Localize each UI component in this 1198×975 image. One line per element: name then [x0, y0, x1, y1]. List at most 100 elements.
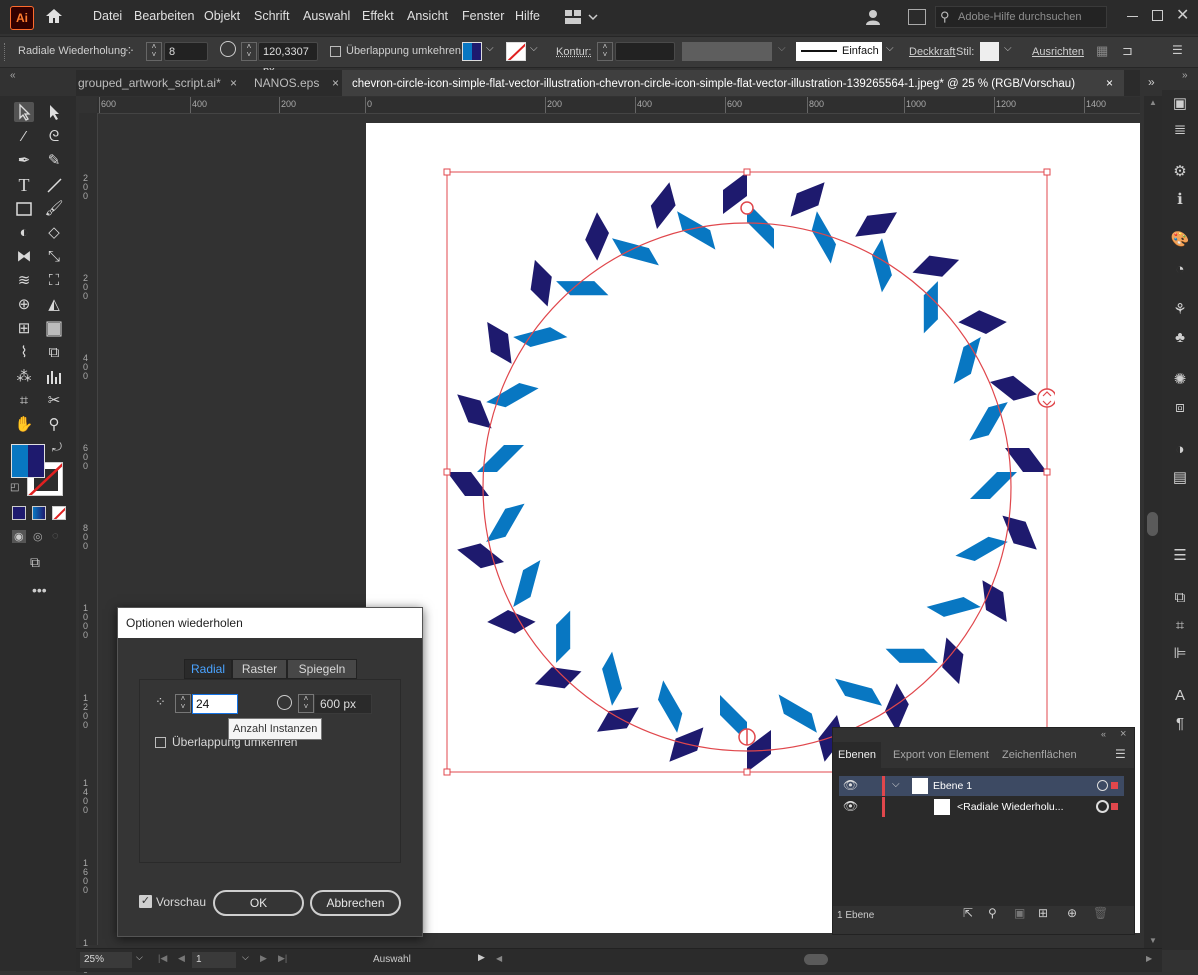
instance-handle[interactable] [741, 202, 753, 214]
draw-normal-icon[interactable]: ◉ [12, 530, 26, 543]
paintbrush-tool-icon[interactable]: 🖌 [44, 199, 64, 219]
radial-repeat-artwork[interactable] [440, 165, 1055, 780]
info-panel-icon[interactable]: ℹ [1170, 190, 1190, 210]
close-tab-icon[interactable]: × [230, 70, 237, 96]
shaper-tool-icon[interactable]: ◐ [14, 223, 34, 243]
scroll-up-icon[interactable]: ▲ [1149, 98, 1157, 107]
bounding-box-handle[interactable] [744, 169, 750, 175]
close-tab-icon[interactable]: × [1106, 70, 1113, 96]
horizontal-scrollbar-thumb[interactable] [804, 954, 828, 965]
bounding-box-handle[interactable] [444, 769, 450, 775]
menu-hilfe[interactable]: Hilfe [515, 9, 540, 23]
dialog-tab-grid[interactable]: Raster [232, 659, 287, 679]
bounding-box-handle[interactable] [1044, 169, 1050, 175]
pathfinder-panel-icon[interactable]: ⧉ [1170, 588, 1190, 608]
eraser-tool-icon[interactable]: ◇ [44, 223, 64, 243]
stroke-dropdown-icon[interactable]: ⌵ [530, 43, 538, 54]
swap-fill-stroke-icon[interactable]: ⤾ [52, 440, 62, 455]
close-window-icon[interactable]: ✕ [1176, 5, 1189, 25]
chevron-segment[interactable] [970, 472, 1017, 499]
dialog-overlap-checkbox[interactable] [155, 737, 166, 748]
opacity-label[interactable]: Deckkraft [909, 46, 955, 58]
mesh-tool-icon[interactable]: ⊞ [14, 319, 34, 339]
tab-nanos[interactable]: NANOS.eps × [252, 70, 336, 96]
chevron-segment[interactable] [513, 327, 567, 347]
none-mode-icon[interactable] [52, 506, 66, 520]
chevron-segment[interactable] [885, 683, 909, 731]
pen-tool-icon[interactable]: ✒ [14, 151, 34, 171]
vertical-scrollbar[interactable]: ▲ ▼ [1144, 96, 1162, 948]
stroke-weight-stepper[interactable]: ˄ ˅ [597, 42, 613, 61]
scroll-right-icon[interactable]: ▶ [1146, 954, 1152, 963]
bounding-box-handle[interactable] [744, 769, 750, 775]
chevron-segment[interactable] [556, 611, 570, 663]
radius-field[interactable]: 120,3307 px [258, 42, 318, 61]
cancel-button[interactable]: Abbrechen [310, 890, 401, 916]
screen-mode-icon[interactable]: ⧉ [30, 554, 40, 571]
libraries-panel-icon[interactable]: ≣ [1170, 120, 1190, 140]
target-double-circle-icon[interactable] [1096, 800, 1109, 813]
fill-dropdown-icon[interactable]: ⌵ [486, 43, 494, 54]
gradient-tool-icon[interactable] [44, 319, 64, 339]
zoom-tool-icon[interactable]: ⚲ [44, 415, 64, 435]
draw-behind-icon[interactable]: ◎ [33, 530, 43, 543]
locate-object-icon[interactable]: ⚲ [988, 906, 997, 920]
panel-menu-icon[interactable]: ☰ [1115, 747, 1126, 761]
artboard-number-field[interactable]: 1 [192, 952, 236, 968]
chevron-segment[interactable] [457, 394, 491, 428]
free-transform-tool-icon[interactable]: ⛶ [44, 271, 64, 291]
ok-button[interactable]: OK [213, 890, 304, 916]
color-panel-icon[interactable]: 🎨 [1170, 230, 1190, 250]
brush-dropdown-icon[interactable]: ⌵ [886, 43, 894, 54]
stroke-weight-field[interactable] [615, 42, 675, 61]
menu-bearbeiten[interactable]: Bearbeiten [134, 9, 194, 23]
chevron-segment[interactable] [779, 694, 817, 732]
tab-chevron-circle[interactable]: chevron-circle-icon-simple-flat-vector-i… [342, 70, 1124, 96]
collapse-right-panel-icon[interactable]: » [1182, 70, 1188, 81]
graphic-styles-panel-icon[interactable]: ✺ [1170, 370, 1190, 390]
eyedropper-tool-icon[interactable]: ⌇ [14, 343, 34, 363]
selection-tool-icon[interactable] [14, 102, 34, 122]
chevron-segment[interactable] [658, 680, 682, 732]
dialog-instances-field[interactable]: 24 [192, 694, 238, 714]
visibility-eye-icon[interactable]: 👁 [843, 799, 858, 813]
visibility-eye-icon[interactable]: 👁 [843, 778, 858, 792]
user-account-icon[interactable] [864, 7, 884, 27]
first-artboard-icon[interactable]: |◀ [158, 953, 167, 964]
chevron-segment[interactable] [958, 310, 1006, 334]
artboard-dropdown-icon[interactable]: ⌵ [242, 952, 249, 963]
close-tab-icon[interactable]: × [332, 70, 339, 96]
menu-ansicht[interactable]: Ansicht [407, 9, 448, 23]
properties-panel-icon[interactable]: ▣ [1170, 94, 1190, 114]
fill-color-icon[interactable] [11, 444, 45, 478]
reverse-overlap-checkbox[interactable] [330, 46, 341, 57]
chevron-segment[interactable] [982, 580, 1006, 622]
style-dropdown-icon[interactable]: ⌵ [1004, 43, 1012, 54]
menu-objekt[interactable]: Objekt [204, 9, 240, 23]
brush-stroke-style[interactable]: Einfach [796, 42, 882, 61]
chevron-segment[interactable] [556, 281, 608, 295]
chevron-segment[interactable] [531, 260, 552, 307]
last-artboard-icon[interactable]: ▶| [278, 953, 287, 964]
variable-width-dropdown-icon[interactable]: ⌵ [778, 43, 786, 54]
settings-panel-icon[interactable]: ⚙ [1170, 162, 1190, 182]
chevron-segment[interactable] [835, 679, 882, 706]
perspective-grid-tool-icon[interactable]: ◭ [44, 295, 64, 315]
transparency-panel-icon[interactable]: ▤ [1170, 468, 1190, 488]
magic-wand-tool-icon[interactable]: ⁄ [14, 127, 34, 147]
chevron-segment[interactable] [597, 707, 639, 731]
appearance-panel-icon[interactable]: ◑ [1170, 440, 1190, 460]
chevron-segment[interactable] [669, 727, 703, 761]
edit-toolbar-icon[interactable]: ••• [32, 582, 47, 598]
chevron-segment[interactable] [955, 537, 1007, 561]
chevron-segment[interactable] [513, 560, 540, 607]
menu-schrift[interactable]: Schrift [254, 9, 289, 23]
collapse-left-panel-icon[interactable]: « [10, 70, 16, 81]
close-panel-icon[interactable]: × [1120, 728, 1126, 740]
help-search-field[interactable]: ⚲ Adobe-Hilfe durchsuchen [935, 6, 1107, 28]
dialog-tab-mirror[interactable]: Spiegeln [287, 659, 357, 679]
scrollbar-thumb[interactable] [1147, 512, 1158, 536]
align-label[interactable]: Ausrichten [1032, 46, 1084, 58]
control-bar-grip[interactable] [4, 43, 7, 61]
expand-layer-icon[interactable]: ⌵ [892, 779, 900, 790]
